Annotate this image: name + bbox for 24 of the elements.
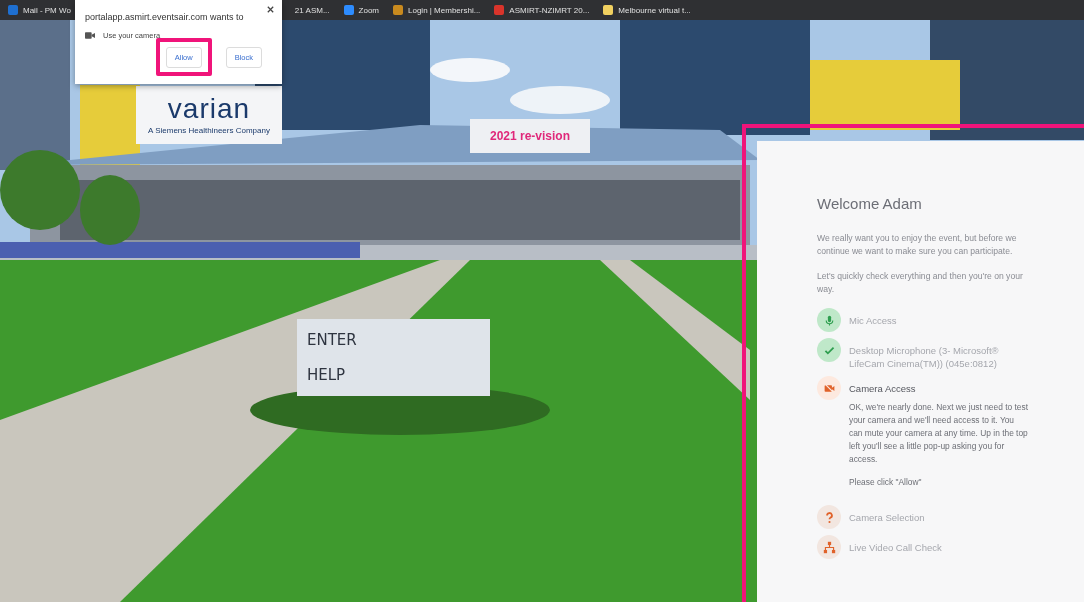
logo-name: varian bbox=[167, 95, 251, 123]
step-title: Desktop Microphone (3- Microsoft® LifeCam Cinema(TM)) (045e:0812) bbox=[849, 344, 1000, 370]
bookmark[interactable]: Mail - PM Wo bbox=[8, 5, 71, 15]
step-text: Please click "Allow" bbox=[849, 476, 923, 489]
step-title: Camera Selection bbox=[849, 511, 925, 524]
sign-link[interactable]: HELP bbox=[307, 365, 346, 384]
event-banner: 2021 re-vision bbox=[470, 119, 590, 153]
camera-icon bbox=[85, 32, 95, 39]
bookmark[interactable]: Melbourne virtual t... bbox=[603, 5, 691, 15]
step-title: Live Video Call Check bbox=[849, 541, 942, 554]
intro-text: We really want you to enjoy the event, but before we continue we want to make sure you can participate. bbox=[817, 232, 1018, 258]
intro-text: Let's quickly check everything and then you're on your way. bbox=[817, 270, 1024, 296]
bookmark[interactable]: ASMIRT-NZIMRT 20... bbox=[494, 5, 590, 15]
close-icon[interactable] bbox=[266, 5, 275, 14]
step-text: OK, we're nearly done. Next we just need to test your camera and we'll need access to it. You can mute your camera at any time. Up in the top left you'll see a little pop-up asking you for access. bbox=[849, 401, 1028, 466]
sign-link[interactable]: ENTER bbox=[307, 331, 357, 350]
welcome-title: Welcome Adam bbox=[817, 195, 923, 212]
bookmark[interactable]: Zoom bbox=[343, 5, 379, 15]
logo-tagline: A Siemens Healthineers Company bbox=[148, 126, 270, 135]
bookmark[interactable]: Login | Membershi... bbox=[393, 5, 481, 15]
bookmark[interactable]: 21 ASM... bbox=[294, 5, 330, 15]
permission-message: portalapp.asmirt.eventsair.com wants to bbox=[85, 12, 245, 22]
step-title: Mic Access bbox=[849, 314, 897, 327]
step-title: Camera Access bbox=[849, 382, 917, 395]
